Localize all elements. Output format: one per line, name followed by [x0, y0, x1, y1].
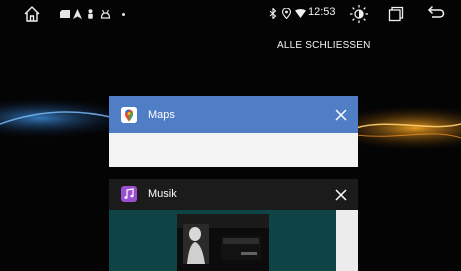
recent-app-card-maps[interactable]: Maps: [109, 96, 358, 167]
android-debug-icon: [99, 8, 111, 19]
navigation-arrow-icon: [72, 8, 82, 19]
card-preview[interactable]: [109, 133, 358, 167]
preview-side-panel: [336, 210, 358, 271]
status-bar: 12:53: [0, 0, 461, 28]
wifi-icon: [294, 8, 306, 18]
more-dot-icon: [121, 12, 125, 16]
close-icon[interactable]: [334, 108, 348, 122]
card-title: Maps: [148, 109, 175, 121]
close-icon[interactable]: [334, 188, 348, 202]
card-header: Maps: [109, 96, 358, 133]
card-title: Musik: [148, 188, 177, 200]
recent-app-card-musik[interactable]: Musik: [109, 179, 358, 271]
card-preview[interactable]: [109, 210, 358, 271]
music-note-icon: [121, 186, 137, 202]
person-icon: [86, 8, 94, 19]
brightness-icon[interactable]: [348, 3, 370, 25]
recent-apps-icon[interactable]: [387, 5, 405, 23]
clear-all-button[interactable]: ALLE SCHLIESSEN: [277, 40, 371, 51]
back-icon[interactable]: [426, 4, 446, 22]
google-maps-icon: [121, 107, 137, 123]
location-icon: [281, 7, 291, 19]
clock: 12:53: [308, 6, 336, 18]
card-header: Musik: [109, 179, 358, 210]
sd-card-icon: [59, 9, 70, 18]
home-icon[interactable]: [22, 4, 42, 24]
album-art-image: [177, 214, 269, 271]
bluetooth-icon: [268, 7, 277, 19]
